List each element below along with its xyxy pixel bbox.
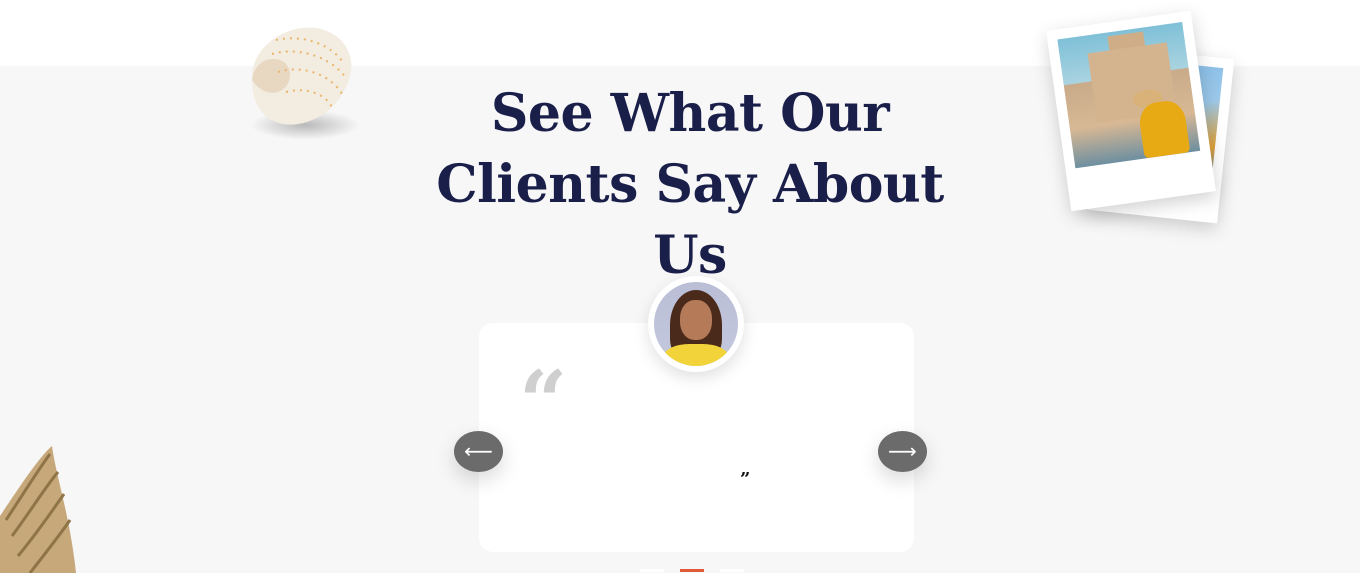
arrow-right-icon: ⟶: [888, 439, 917, 463]
client-avatar-photo: [654, 282, 738, 366]
seashell-image: [251, 27, 352, 125]
pagination-dot-1[interactable]: [640, 569, 664, 572]
polaroid-photo-front: [1046, 10, 1216, 212]
section-title: See What Our Clients Say About Us: [436, 83, 944, 286]
arrow-left-icon: ⟵: [464, 439, 493, 463]
quote-close-icon: ”: [740, 469, 751, 490]
next-testimonial-button[interactable]: ⟶: [878, 431, 927, 472]
testimonial-pagination: [640, 569, 750, 573]
pagination-dot-3[interactable]: [720, 569, 744, 572]
client-avatar: [648, 276, 744, 372]
quote-open-icon: “: [519, 352, 568, 451]
pagination-dot-2-active[interactable]: [680, 569, 704, 572]
prev-testimonial-button[interactable]: ⟵: [454, 431, 503, 472]
polaroid-photo-front-image: [1057, 22, 1201, 169]
rope-image: [0, 446, 76, 573]
